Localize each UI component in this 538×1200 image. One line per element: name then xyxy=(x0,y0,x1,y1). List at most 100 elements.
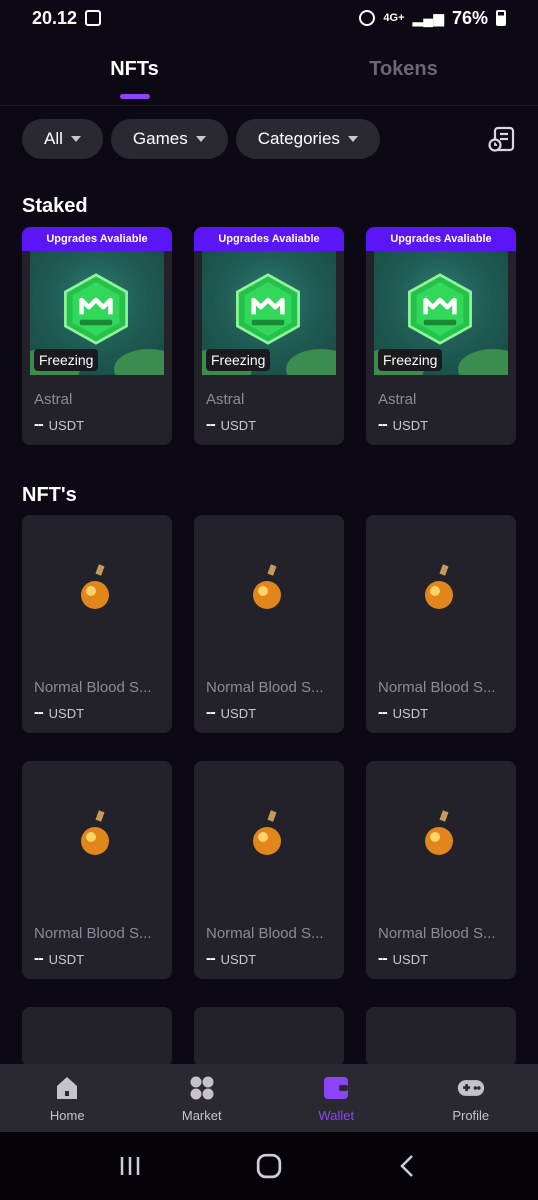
caret-down-icon xyxy=(347,136,358,142)
back-icon[interactable] xyxy=(393,1151,423,1181)
caret-down-icon xyxy=(195,136,206,142)
nav-label: Home xyxy=(49,1107,85,1123)
nft-price: -- USDT xyxy=(378,950,428,968)
price-value: -- xyxy=(34,416,44,433)
nft-name: Normal Blood S... xyxy=(206,679,324,696)
recent-apps-icon[interactable] xyxy=(115,1151,145,1181)
nft-price: -- USDT xyxy=(206,704,256,722)
nft-price: -- USDT xyxy=(378,704,428,722)
staked-card[interactable]: Upgrades Avaliable Freezing Astral -- US… xyxy=(22,227,172,445)
gameverse-logo-icon xyxy=(408,273,472,345)
upgrade-ribbon: Upgrades Avaliable xyxy=(366,227,516,251)
tab-nfts[interactable]: NFTs xyxy=(0,44,269,105)
price-value: -- xyxy=(206,950,216,967)
staked-card[interactable]: Upgrades Avaliable Freezing Astral -- US… xyxy=(194,227,344,445)
battery-icon xyxy=(496,10,506,26)
nft-price: -- USDT xyxy=(34,704,84,722)
price-currency: USDT xyxy=(48,705,85,721)
potion-icon xyxy=(81,810,109,855)
nft-name: Normal Blood S... xyxy=(34,925,152,942)
freezing-badge: Freezing xyxy=(34,349,99,371)
nav-label: Wallet xyxy=(318,1107,355,1123)
nft-name: Normal Blood S... xyxy=(378,925,496,942)
nft-card[interactable]: Normal Blood S... -- USDT xyxy=(22,761,172,979)
nav-wallet[interactable]: Wallet xyxy=(269,1064,404,1132)
signal-icon: ▂▄▆ xyxy=(412,9,444,26)
price-currency: USDT xyxy=(392,705,429,721)
staked-section-title: Staked xyxy=(22,195,88,217)
gameverse-logo-icon xyxy=(64,273,128,345)
nft-card[interactable] xyxy=(194,1007,344,1067)
price-currency: USDT xyxy=(48,951,85,967)
nft-price: -- USDT xyxy=(206,416,256,434)
price-currency: USDT xyxy=(220,951,257,967)
gallery-icon xyxy=(85,10,102,26)
nft-name: Astral xyxy=(206,391,245,408)
history-icon[interactable] xyxy=(488,125,516,153)
market-icon xyxy=(190,1076,214,1099)
filter-categories-dropdown[interactable]: Categories xyxy=(235,119,380,159)
nft-image: Freezing xyxy=(30,251,164,375)
price-value: -- xyxy=(378,416,388,433)
freezing-badge: Freezing xyxy=(378,349,443,371)
nav-profile[interactable]: Profile xyxy=(404,1064,538,1132)
price-value: -- xyxy=(206,704,216,721)
filter-label: Games xyxy=(132,129,188,148)
status-time: 20.12 xyxy=(32,7,78,28)
price-value: -- xyxy=(34,950,44,967)
nft-price: -- USDT xyxy=(34,416,84,434)
potion-icon xyxy=(81,564,109,609)
nft-card[interactable]: Normal Blood S... -- USDT xyxy=(366,515,516,733)
caret-down-icon xyxy=(70,136,81,142)
potion-icon xyxy=(425,564,453,609)
nft-card[interactable]: Normal Blood S... -- USDT xyxy=(366,761,516,979)
nft-card[interactable]: Normal Blood S... -- USDT xyxy=(22,515,172,733)
nfts-section-title: NFT's xyxy=(22,484,77,506)
nft-card[interactable]: Normal Blood S... -- USDT xyxy=(194,761,344,979)
nft-image: Freezing xyxy=(374,251,508,375)
filter-bar: All Games Categories xyxy=(22,119,516,159)
nav-home[interactable]: Home xyxy=(0,1064,135,1132)
nft-price: -- USDT xyxy=(34,950,84,968)
filter-label: All xyxy=(44,129,63,148)
nft-name: Normal Blood S... xyxy=(378,679,496,696)
nft-row: Normal Blood S... -- USDT Normal Blood S… xyxy=(22,515,516,733)
gameverse-logo-icon xyxy=(236,273,300,345)
potion-icon xyxy=(425,810,453,855)
status-bar: 20.12 4G+ ▂▄▆ 76% xyxy=(0,0,538,36)
nft-card[interactable] xyxy=(366,1007,516,1067)
nft-price: -- USDT xyxy=(206,950,256,968)
alarm-icon xyxy=(359,10,376,26)
upgrade-ribbon: Upgrades Avaliable xyxy=(22,227,172,251)
price-currency: USDT xyxy=(220,417,257,433)
nft-name: Normal Blood S... xyxy=(206,925,324,942)
nav-label: Market xyxy=(181,1107,222,1123)
nft-card[interactable]: Normal Blood S... -- USDT xyxy=(194,515,344,733)
filter-label: Categories xyxy=(257,129,340,148)
potion-icon xyxy=(253,564,281,609)
freezing-badge: Freezing xyxy=(206,349,271,371)
system-nav-bar xyxy=(0,1132,538,1200)
nft-row-partial xyxy=(22,1007,516,1067)
price-value: -- xyxy=(206,416,216,433)
nft-image: Freezing xyxy=(202,251,336,375)
filter-all-dropdown[interactable]: All xyxy=(22,119,103,159)
potion-icon xyxy=(253,810,281,855)
nft-name: Astral xyxy=(34,391,73,408)
tab-bar: NFTs Tokens xyxy=(0,44,538,106)
tab-tokens[interactable]: Tokens xyxy=(269,44,538,105)
nav-market[interactable]: Market xyxy=(135,1064,270,1132)
filter-games-dropdown[interactable]: Games xyxy=(110,119,228,159)
price-currency: USDT xyxy=(48,417,85,433)
nft-price: -- USDT xyxy=(378,416,428,434)
price-currency: USDT xyxy=(392,951,429,967)
home-button-icon[interactable] xyxy=(254,1151,284,1181)
nav-label: Profile xyxy=(452,1107,490,1123)
staked-card[interactable]: Upgrades Avaliable Freezing Astral -- US… xyxy=(366,227,516,445)
nft-card[interactable] xyxy=(22,1007,172,1067)
upgrade-ribbon: Upgrades Avaliable xyxy=(194,227,344,251)
nft-row: Normal Blood S... -- USDT Normal Blood S… xyxy=(22,761,516,979)
price-value: -- xyxy=(378,950,388,967)
bottom-nav: Home Market Wallet Profile xyxy=(0,1064,538,1132)
network-label: 4G+ xyxy=(383,12,405,24)
